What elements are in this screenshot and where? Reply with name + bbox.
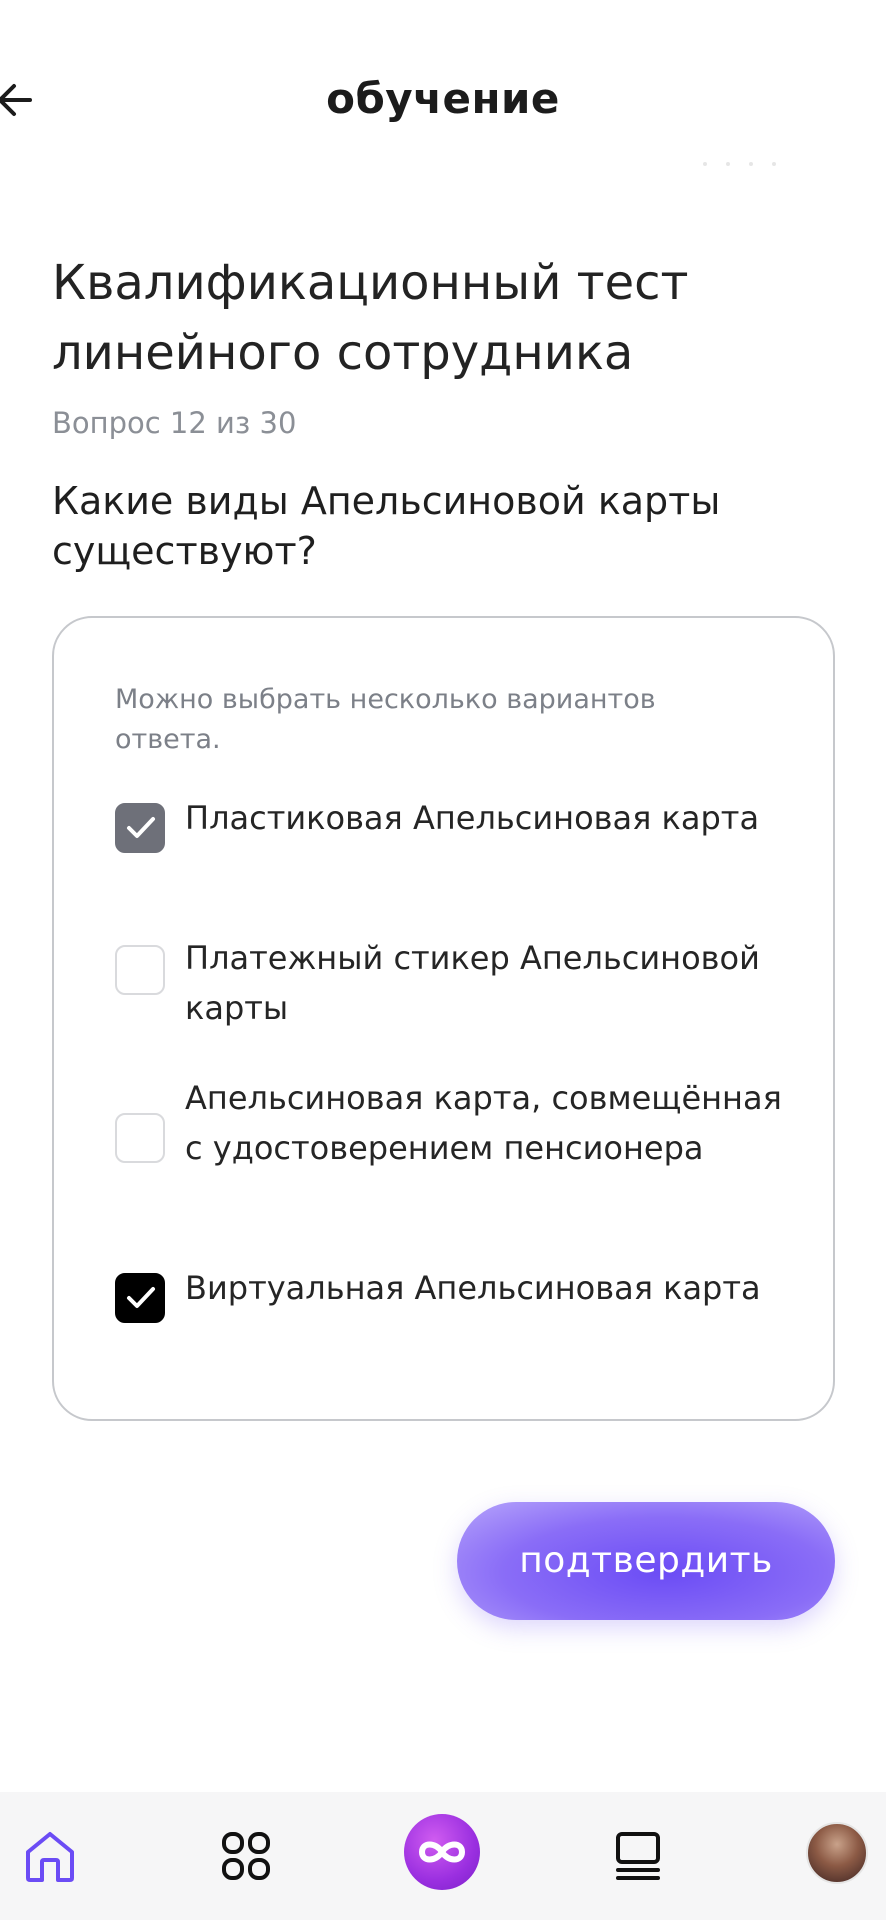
answer-option-label: Платежный стикер Апельсиновой карты <box>185 939 760 1027</box>
answer-option-label: Пластиковая Апельсиновая карта <box>185 799 760 837</box>
home-icon[interactable] <box>20 1826 80 1886</box>
answer-option-label: Виртуальная Апельсиновая карта <box>185 1269 761 1307</box>
test-title: Квалификационный тест линейного сотрудни… <box>52 255 689 381</box>
catalog-icon[interactable] <box>608 1826 668 1886</box>
question-counter: Вопрос 12 из 30 <box>52 406 297 440</box>
multiple-choice-hint: Можно выбрать несколько вариантов ответа… <box>115 684 656 755</box>
checkbox-checked[interactable] <box>115 803 165 853</box>
progress-dots <box>700 152 790 166</box>
header: обучение <box>0 0 886 166</box>
checkbox-unchecked[interactable] <box>115 945 165 995</box>
apps-grid-icon[interactable] <box>216 1826 276 1886</box>
answer-option-label: Апельсиновая карта, совмещённая с удосто… <box>185 1079 782 1167</box>
answer-options-card: Можно выбрать несколько вариантов ответа… <box>52 616 835 1421</box>
checkmark-icon <box>127 1287 155 1308</box>
checkbox-unchecked[interactable] <box>115 1113 165 1163</box>
checkmark-icon <box>127 817 155 838</box>
profile-avatar[interactable] <box>806 1822 868 1884</box>
checkbox-checked[interactable] <box>115 1273 165 1323</box>
infinity-logo-icon[interactable] <box>404 1814 480 1890</box>
question-text: Какие виды Апельсиновой карты существуют… <box>52 479 721 573</box>
bottom-navigation <box>0 1792 886 1920</box>
page-title: обучение <box>326 74 560 123</box>
confirm-button[interactable]: подтвердить <box>457 1502 835 1620</box>
